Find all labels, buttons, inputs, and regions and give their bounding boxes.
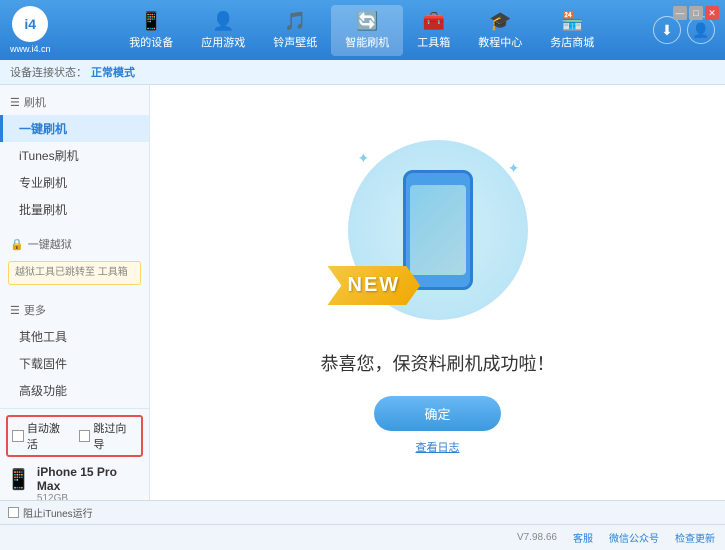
nav-tools-label: 工具箱	[417, 34, 450, 50]
minimize-button[interactable]: —	[673, 6, 687, 20]
status-value: 正常模式	[91, 64, 135, 80]
maximize-button[interactable]: □	[689, 6, 703, 20]
flash-section-icon: ☰	[10, 96, 20, 109]
skip-guide-label: 跳过向导	[93, 420, 137, 452]
sparkle-icon-1: ✦	[358, 150, 370, 167]
sidebar-more-label: 更多	[24, 302, 46, 318]
sidebar: ☰ 刷机 一键刷机 iTunes刷机 专业刷机 批量刷机 🔒 一键越狱 越狱工具	[0, 85, 150, 500]
sidebar-section-flash-header: ☰ 刷机	[0, 89, 149, 115]
version-text: V7.98.66	[517, 532, 557, 543]
bottom-bar: V7.98.66 客服 微信公众号 检查更新	[0, 524, 725, 550]
download-button[interactable]: ⬇	[653, 16, 681, 44]
status-label: 设备连接状态：	[10, 64, 87, 80]
sidebar-jailbreak-label: 一键越狱	[28, 236, 72, 252]
skip-guide-cb[interactable]	[79, 430, 91, 442]
sidebar-more-header: ☰ 更多	[0, 297, 149, 323]
close-button[interactable]: ✕	[705, 6, 719, 20]
nav-smart-flash-label: 智能刷机	[345, 34, 389, 50]
itunes-label: 阻止iTunes运行	[23, 505, 93, 520]
nav-my-device-label: 我的设备	[129, 34, 173, 50]
tools-icon: 🧰	[423, 11, 445, 32]
customer-service-link[interactable]: 客服	[573, 530, 593, 545]
more-section-icon: ☰	[10, 304, 20, 317]
new-ribbon: NEW	[328, 266, 421, 305]
sidebar-item-itunes[interactable]: iTunes刷机	[0, 142, 149, 169]
nav-ringtone-label: 铃声壁纸	[273, 34, 317, 50]
logo: i4 www.i4.cn	[10, 6, 51, 54]
device-icon: 📱	[140, 11, 162, 32]
auto-activate-checkbox[interactable]: 自动激活	[12, 420, 71, 452]
service-icon: 🏪	[561, 11, 583, 32]
success-text: 恭喜您，保资料刷机成功啦！	[321, 350, 555, 376]
device-phone-icon: 📱	[6, 467, 31, 492]
itunes-checkbox[interactable]	[8, 507, 19, 518]
sidebar-bottom: 自动激活 跳过向导 📱 iPhone 15 Pro Max 512GB iPho…	[0, 408, 149, 500]
confirm-button[interactable]: 确定	[374, 396, 500, 431]
check-update-link[interactable]: 检查更新	[675, 530, 715, 545]
content-area: ✦ ✦ ✦ NEW 恭喜您，保资料刷机成功啦！ 确定 查看日志	[150, 85, 725, 500]
tutorials-icon: 🎓	[489, 11, 511, 32]
sidebar-section-jailbreak: 🔒 一键越狱 越狱工具已跳转至 工具箱	[0, 227, 149, 293]
sidebar-pro-label: 专业刷机	[19, 176, 67, 190]
sidebar-section-more: ☰ 更多 其他工具 下载固件 高级功能	[0, 293, 149, 408]
skip-guide-checkbox[interactable]: 跳过向导	[79, 420, 138, 452]
sidebar-section-flash: ☰ 刷机 一键刷机 iTunes刷机 专业刷机 批量刷机	[0, 85, 149, 227]
status-bar: 设备连接状态： 正常模式	[0, 60, 725, 85]
sidebar-warning: 越狱工具已跳转至 工具箱	[8, 261, 141, 285]
nav-tools[interactable]: 🧰 工具箱	[403, 5, 464, 56]
logo-icon: i4	[12, 6, 48, 42]
sidebar-itunes-label: iTunes刷机	[19, 149, 79, 163]
download-firmware-label: 下载固件	[19, 357, 67, 371]
advanced-label: 高级功能	[19, 384, 67, 398]
log-link[interactable]: 查看日志	[416, 439, 460, 455]
nav-smart-flash[interactable]: 🔄 智能刷机	[331, 5, 403, 56]
nav-apps-label: 应用游戏	[201, 34, 245, 50]
user-button[interactable]: 👤	[687, 16, 715, 44]
sidebar-item-download[interactable]: 下载固件	[0, 350, 149, 377]
nav-ringtone[interactable]: 🎵 铃声壁纸	[259, 5, 331, 56]
device-name: iPhone 15 Pro Max	[37, 465, 143, 493]
main-nav: 📱 我的设备 👤 应用游戏 🎵 铃声壁纸 🔄 智能刷机 🧰 工具箱 🎓	[71, 5, 653, 56]
device-info: 📱 iPhone 15 Pro Max 512GB iPhone	[6, 463, 143, 500]
nav-my-device[interactable]: 📱 我的设备	[115, 5, 187, 56]
sidebar-jailbreak-header: 🔒 一键越狱	[0, 231, 149, 257]
nav-service-label: 务店商城	[550, 34, 594, 50]
sidebar-item-other-tools[interactable]: 其他工具	[0, 323, 149, 350]
sidebar-item-one-click[interactable]: 一键刷机	[0, 115, 149, 142]
itunes-bar: 阻止iTunes运行	[0, 500, 725, 524]
new-badge-text: NEW	[348, 274, 401, 297]
smart-flash-icon: 🔄	[356, 11, 378, 32]
auto-activate-label: 自动激活	[27, 420, 71, 452]
apps-icon: 👤	[212, 11, 234, 32]
sidebar-item-advanced[interactable]: 高级功能	[0, 377, 149, 404]
phone-illustration: ✦ ✦ ✦ NEW	[338, 130, 538, 330]
main-layout: ☰ 刷机 一键刷机 iTunes刷机 专业刷机 批量刷机 🔒 一键越狱 越狱工具	[0, 85, 725, 500]
nav-service[interactable]: 🏪 务店商城	[536, 5, 608, 56]
window-controls: — □ ✕	[673, 6, 719, 20]
phone-screen	[410, 185, 466, 275]
nav-apps[interactable]: 👤 应用游戏	[187, 5, 259, 56]
checkbox-row: 自动激活 跳过向导	[6, 415, 143, 457]
lock-icon: 🔒	[10, 238, 24, 251]
ringtone-icon: 🎵	[284, 11, 306, 32]
header-right: ⬇ 👤	[653, 16, 715, 44]
sparkle-icon-2: ✦	[508, 160, 520, 177]
header: i4 www.i4.cn 📱 我的设备 👤 应用游戏 🎵 铃声壁纸 🔄 智能刷机	[0, 0, 725, 60]
logo-url: www.i4.cn	[10, 44, 51, 54]
sidebar-one-click-label: 一键刷机	[19, 122, 67, 136]
device-text: iPhone 15 Pro Max 512GB iPhone	[37, 465, 143, 500]
wechat-link[interactable]: 微信公众号	[609, 530, 659, 545]
phone-body	[403, 170, 473, 290]
nav-tutorials-label: 教程中心	[478, 34, 522, 50]
nav-tutorials[interactable]: 🎓 教程中心	[464, 5, 536, 56]
other-tools-label: 其他工具	[19, 330, 67, 344]
sidebar-batch-label: 批量刷机	[19, 203, 67, 217]
sidebar-item-pro[interactable]: 专业刷机	[0, 169, 149, 196]
sidebar-item-batch[interactable]: 批量刷机	[0, 196, 149, 223]
auto-activate-cb[interactable]	[12, 430, 24, 442]
flash-section-label: 刷机	[24, 94, 46, 110]
device-storage: 512GB	[37, 493, 143, 500]
sidebar-warning-text: 越狱工具已跳转至 工具箱	[15, 267, 128, 278]
